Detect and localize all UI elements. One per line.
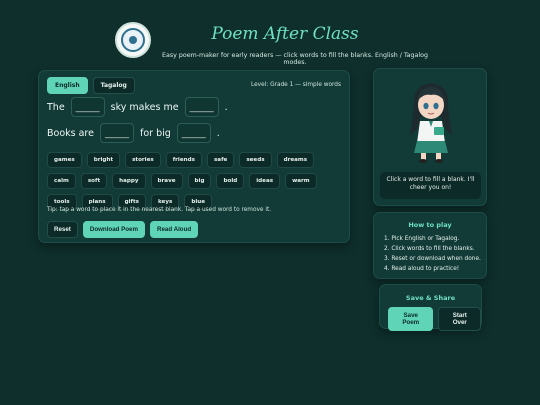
how-to-play-title: How to play (408, 221, 452, 229)
word-chip[interactable]: seeds (239, 152, 272, 168)
word-chip[interactable]: calm (47, 173, 76, 189)
save-share-title: Save & Share (405, 294, 456, 302)
app-title: Poem After Class (211, 24, 359, 44)
word-chip[interactable]: warm (285, 173, 317, 189)
poem-editor-panel: English Tagalog Level: Grade 1 — simple … (38, 70, 350, 243)
download-poem-button[interactable]: Download Poem (82, 221, 145, 238)
save-share-panel: Save & Share Save Poem Start Over (379, 284, 482, 331)
word-chip[interactable]: happy (112, 173, 146, 189)
word-chip[interactable]: bold (216, 173, 245, 189)
start-over-button[interactable]: Start Over (438, 307, 481, 331)
poem-text: for big (139, 127, 171, 139)
level-label: Level: Grade 1 — simple words (250, 82, 341, 88)
poem-line-2: Books are ______ for big ______ . (47, 123, 220, 143)
mascot-character (410, 83, 452, 163)
seal-icon (121, 28, 145, 52)
poem-text: sky makes me (110, 101, 179, 113)
word-chip[interactable]: bright (86, 152, 121, 168)
poem-text: Books are (47, 127, 94, 139)
poem-blank[interactable]: ______ (70, 97, 105, 117)
read-aloud-button[interactable]: Read Aloud (150, 221, 199, 238)
editor-actions: Reset Download Poem Read Aloud (47, 221, 199, 238)
how-to-play-steps: 1. Pick English or Tagalog. 2. Click wor… (384, 234, 481, 274)
app-subtitle: Easy poem-maker for early readers — clic… (162, 52, 428, 66)
reset-button[interactable]: Reset (47, 221, 78, 238)
list-item: 2. Click words to fill the blanks. (384, 246, 475, 252)
poem-text: . (224, 101, 228, 113)
word-chip[interactable]: stories (125, 152, 161, 168)
poem-blank[interactable]: ______ (176, 123, 211, 143)
poem-blank[interactable]: ______ (99, 123, 134, 143)
how-to-play-panel: How to play 1. Pick English or Tagalog. … (373, 212, 487, 279)
word-chip[interactable]: brave (150, 173, 183, 189)
word-chip[interactable]: soft (80, 173, 108, 189)
tip-text: Tip: tap a word to place it in the neare… (47, 207, 272, 213)
tab-tagalog[interactable]: Tagalog (92, 77, 135, 94)
word-chip[interactable]: safe (206, 152, 235, 168)
school-logo (115, 22, 151, 58)
poem-line-1: The ______ sky makes me ______ . (47, 97, 228, 117)
word-chip[interactable]: ideas (249, 173, 281, 189)
word-chip[interactable]: friends (165, 152, 202, 168)
word-chip[interactable]: big (187, 173, 212, 189)
list-item: 3. Reset or download when done. (384, 256, 481, 262)
share-actions: Save Poem Start Over (388, 307, 481, 331)
mascot-speech-bubble: Click a word to fill a blank. I'll cheer… (380, 172, 481, 199)
tab-english[interactable]: English (47, 77, 88, 94)
save-poem-button[interactable]: Save Poem (388, 307, 434, 331)
poem-text: . (216, 127, 220, 139)
word-chip[interactable]: dreams (276, 152, 315, 168)
word-chip[interactable]: games (47, 152, 82, 168)
list-item: 1. Pick English or Tagalog. (384, 236, 460, 242)
poem-text: The (47, 101, 65, 113)
mascot-panel: Click a word to fill a blank. I'll cheer… (373, 68, 487, 206)
language-tabs: English Tagalog (47, 77, 135, 94)
poem-blank[interactable]: ______ (184, 97, 219, 117)
list-item: 4. Read aloud to practice! (384, 266, 460, 272)
word-bank: games bright stories friends safe seeds … (47, 152, 342, 210)
